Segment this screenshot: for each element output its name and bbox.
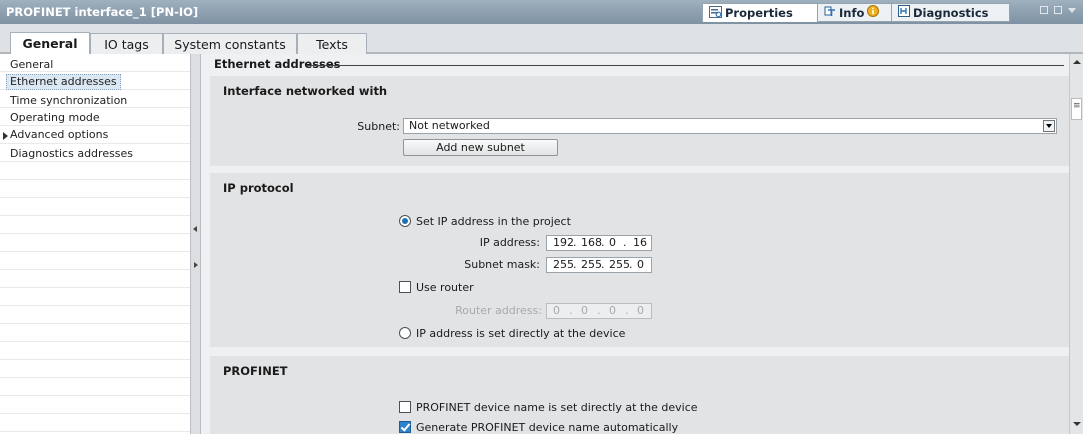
name-at-device-label: PROFINET device name is set directly at …	[416, 401, 698, 414]
router-address-label: Router address:	[455, 304, 542, 317]
tab-diagnostics[interactable]: Diagnostics	[892, 3, 1010, 22]
nav-item-advanced-options[interactable]: Advanced options	[10, 128, 108, 141]
tab-properties-label: Properties	[725, 6, 793, 20]
expand-arrow-icon[interactable]	[3, 132, 8, 140]
ip-octet-4: 16	[633, 236, 647, 249]
ip-octet-1: 192	[553, 236, 574, 249]
ip-at-device-label: IP address is set directly at the device	[416, 327, 626, 340]
subnet-mask-input[interactable]: 255 . 255 . 255 . 0	[546, 257, 652, 273]
properties-icon	[709, 5, 722, 21]
profinet-panel: PROFINET PROFINET device name is set dir…	[210, 356, 1069, 434]
maximize-icon[interactable]	[1054, 6, 1062, 14]
collapse-left-icon[interactable]	[193, 226, 197, 232]
mask-octet-1: 255	[553, 258, 574, 271]
diagnostics-icon	[898, 5, 910, 20]
tab-system-constants[interactable]: System constants	[163, 33, 297, 54]
dropdown-arrow-icon[interactable]	[1043, 120, 1055, 132]
tab-properties[interactable]: Properties	[702, 3, 818, 22]
tab-info-label: Info	[839, 5, 865, 20]
networked-title: Interface networked with	[223, 84, 388, 98]
subnet-mask-label: Subnet mask:	[464, 258, 540, 271]
set-ip-in-project-label: Set IP address in the project	[416, 215, 571, 228]
nav-item-ethernet-addresses[interactable]: Ethernet addresses	[6, 74, 121, 90]
expand-right-icon[interactable]	[194, 262, 198, 268]
mask-octet-3: 255	[609, 258, 630, 271]
scroll-thumb[interactable]	[1071, 98, 1082, 120]
use-router-checkbox[interactable]	[399, 281, 411, 293]
window-title: PROFINET interface_1 [PN-IO]	[6, 5, 199, 19]
panel-splitter[interactable]	[190, 54, 201, 434]
tab-diagnostics-label: Diagnostics	[913, 5, 989, 20]
content-area: Ethernet addresses Interface networked w…	[201, 54, 1069, 434]
inspector-title-bar: PROFINET interface_1 [PN-IO] Properties …	[0, 0, 1083, 24]
router-octet-1: 0	[553, 304, 560, 317]
info-icon	[824, 5, 836, 20]
name-at-device-checkbox[interactable]	[399, 401, 411, 413]
section-divider	[306, 65, 1064, 66]
ip-protocol-panel: IP protocol Set IP address in the projec…	[210, 173, 1069, 347]
chevron-down-icon[interactable]	[1068, 8, 1076, 13]
ip-at-device-radio[interactable]	[399, 327, 411, 339]
left-navigation: General Ethernet addresses Time synchron…	[0, 54, 190, 434]
inspector-tabs: Properties Info Diagnostics	[702, 3, 1010, 22]
ip-octet-2: 168	[581, 236, 602, 249]
properties-tabs: General IO tags System constants Texts	[0, 24, 1083, 54]
networked-panel: Interface networked with Subnet: Not net…	[210, 76, 1069, 166]
add-subnet-button[interactable]: Add new subnet	[403, 139, 558, 156]
mask-octet-4: 0	[637, 258, 644, 271]
generate-name-checkbox[interactable]	[399, 421, 411, 433]
tab-texts[interactable]: Texts	[297, 33, 367, 54]
router-octet-4: 0	[637, 304, 644, 317]
ip-protocol-title: IP protocol	[223, 181, 294, 195]
section-title: Ethernet addresses	[214, 57, 341, 71]
ip-octet-3: 0	[609, 236, 616, 249]
nav-item-general[interactable]: General	[10, 58, 53, 71]
ip-address-input[interactable]: 192 . 168 . 0 . 16	[546, 235, 652, 251]
subnet-label: Subnet:	[357, 120, 400, 133]
subnet-select[interactable]: Not networked	[403, 118, 1057, 134]
scroll-up-icon[interactable]	[1073, 60, 1081, 64]
vertical-scrollbar[interactable]	[1069, 54, 1083, 434]
nav-item-time-synchronization[interactable]: Time synchronization	[10, 94, 127, 107]
scroll-down-icon[interactable]	[1073, 422, 1081, 426]
subnet-value: Not networked	[409, 119, 490, 132]
tab-info[interactable]: Info	[818, 3, 892, 22]
restore-icon[interactable]	[1040, 6, 1048, 14]
mask-octet-2: 255	[581, 258, 602, 271]
nav-item-operating-mode[interactable]: Operating mode	[10, 111, 100, 124]
profinet-title: PROFINET	[223, 364, 288, 378]
router-address-input[interactable]: 0 . 0 . 0 . 0	[546, 303, 652, 319]
generate-name-label: Generate PROFINET device name automatica…	[416, 421, 679, 434]
set-ip-in-project-radio[interactable]	[399, 215, 411, 227]
nav-item-diagnostics-addresses[interactable]: Diagnostics addresses	[10, 147, 133, 160]
router-octet-3: 0	[609, 304, 616, 317]
router-octet-2: 0	[581, 304, 588, 317]
tab-io-tags[interactable]: IO tags	[90, 33, 163, 54]
tab-general[interactable]: General	[10, 32, 90, 54]
use-router-label: Use router	[416, 281, 474, 294]
ip-address-label: IP address:	[479, 236, 540, 249]
info-badge-icon	[867, 5, 880, 20]
window-buttons	[1040, 6, 1076, 14]
